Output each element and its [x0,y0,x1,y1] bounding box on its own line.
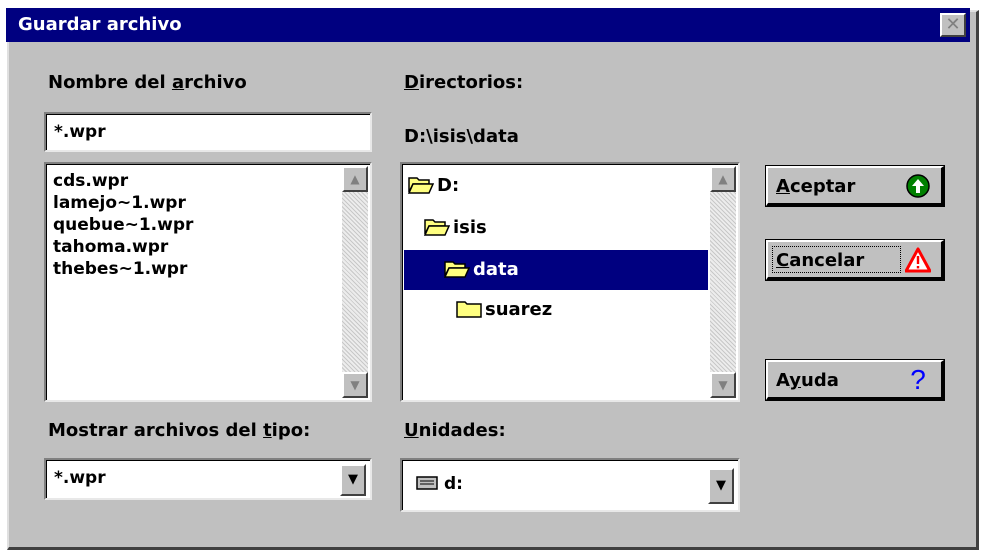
filename-value: *.wpr [54,122,106,142]
file-list-scrollbar[interactable]: ▲ ▼ [342,166,368,398]
filename-input[interactable]: *.wpr [44,112,372,152]
help-button[interactable]: Ayuda ? [765,359,945,401]
dialog-title: Guardar archivo [18,14,182,35]
dir-item-suarez[interactable]: suarez [456,290,706,330]
warning-icon [905,247,931,273]
dir-item-d[interactable]: D: [408,166,706,206]
close-icon: ✕ [945,14,961,35]
dir-item-isis[interactable]: isis [424,208,706,248]
file-list[interactable]: cds.wpr lamejo~1.wpr quebue~1.wpr tahoma… [44,162,372,402]
drive-value: d: [444,474,463,494]
cancel-button[interactable]: Cancelar [765,239,945,281]
current-path: D:\isis\data [404,126,519,147]
chevron-down-icon: ▼ [716,478,726,493]
help-label: Ayuda [776,370,839,391]
open-folder-icon [408,177,434,194]
file-type-value: *.wpr [54,468,106,488]
scroll-down-button[interactable]: ▼ [710,372,736,398]
arrow-up-icon: ▲ [718,172,728,186]
list-item[interactable]: thebes~1.wpr [53,258,193,280]
title-bar: Guardar archivo ✕ [6,8,970,42]
filename-label: Nombre del archivo [48,72,247,93]
directory-tree[interactable]: D: isis data suarez ▲ ▼ [400,162,740,402]
list-item[interactable]: quebue~1.wpr [53,214,193,236]
arrow-up-icon: ▲ [350,172,360,186]
drive-icon [416,476,438,490]
accept-button[interactable]: Aceptar [765,165,945,207]
accept-label: Aceptar [776,176,856,197]
dir-item-data[interactable]: data [404,250,708,290]
list-item[interactable]: cds.wpr [53,170,193,192]
scroll-up-button[interactable]: ▲ [342,166,368,192]
file-type-dropdown-button[interactable]: ▼ [340,464,366,496]
list-item[interactable]: lamejo~1.wpr [53,192,193,214]
file-list-items: cds.wpr lamejo~1.wpr quebue~1.wpr tahoma… [53,170,193,280]
file-type-label: Mostrar archivos del tipo: [48,420,311,441]
directories-label: Directorios: [404,72,524,93]
arrow-down-icon: ▼ [350,378,360,392]
open-folder-icon [444,261,470,278]
cancel-label: Cancelar [776,250,865,271]
scroll-up-button[interactable]: ▲ [710,166,736,192]
arrow-down-icon: ▼ [718,378,728,392]
drives-select[interactable]: d: ▼ [400,458,740,512]
question-mark-icon: ? [910,364,926,395]
drives-label: Unidades: [404,420,506,441]
drives-dropdown-button[interactable]: ▼ [708,468,734,504]
open-folder-icon [424,219,450,236]
file-type-select[interactable]: *.wpr ▼ [44,458,372,500]
directory-scrollbar[interactable]: ▲ ▼ [710,166,736,398]
list-item[interactable]: tahoma.wpr [53,236,193,258]
scroll-down-button[interactable]: ▼ [342,372,368,398]
closed-folder-icon [456,301,482,318]
check-circle-icon [906,174,930,198]
close-button[interactable]: ✕ [940,13,966,37]
chevron-down-icon: ▼ [348,472,358,487]
